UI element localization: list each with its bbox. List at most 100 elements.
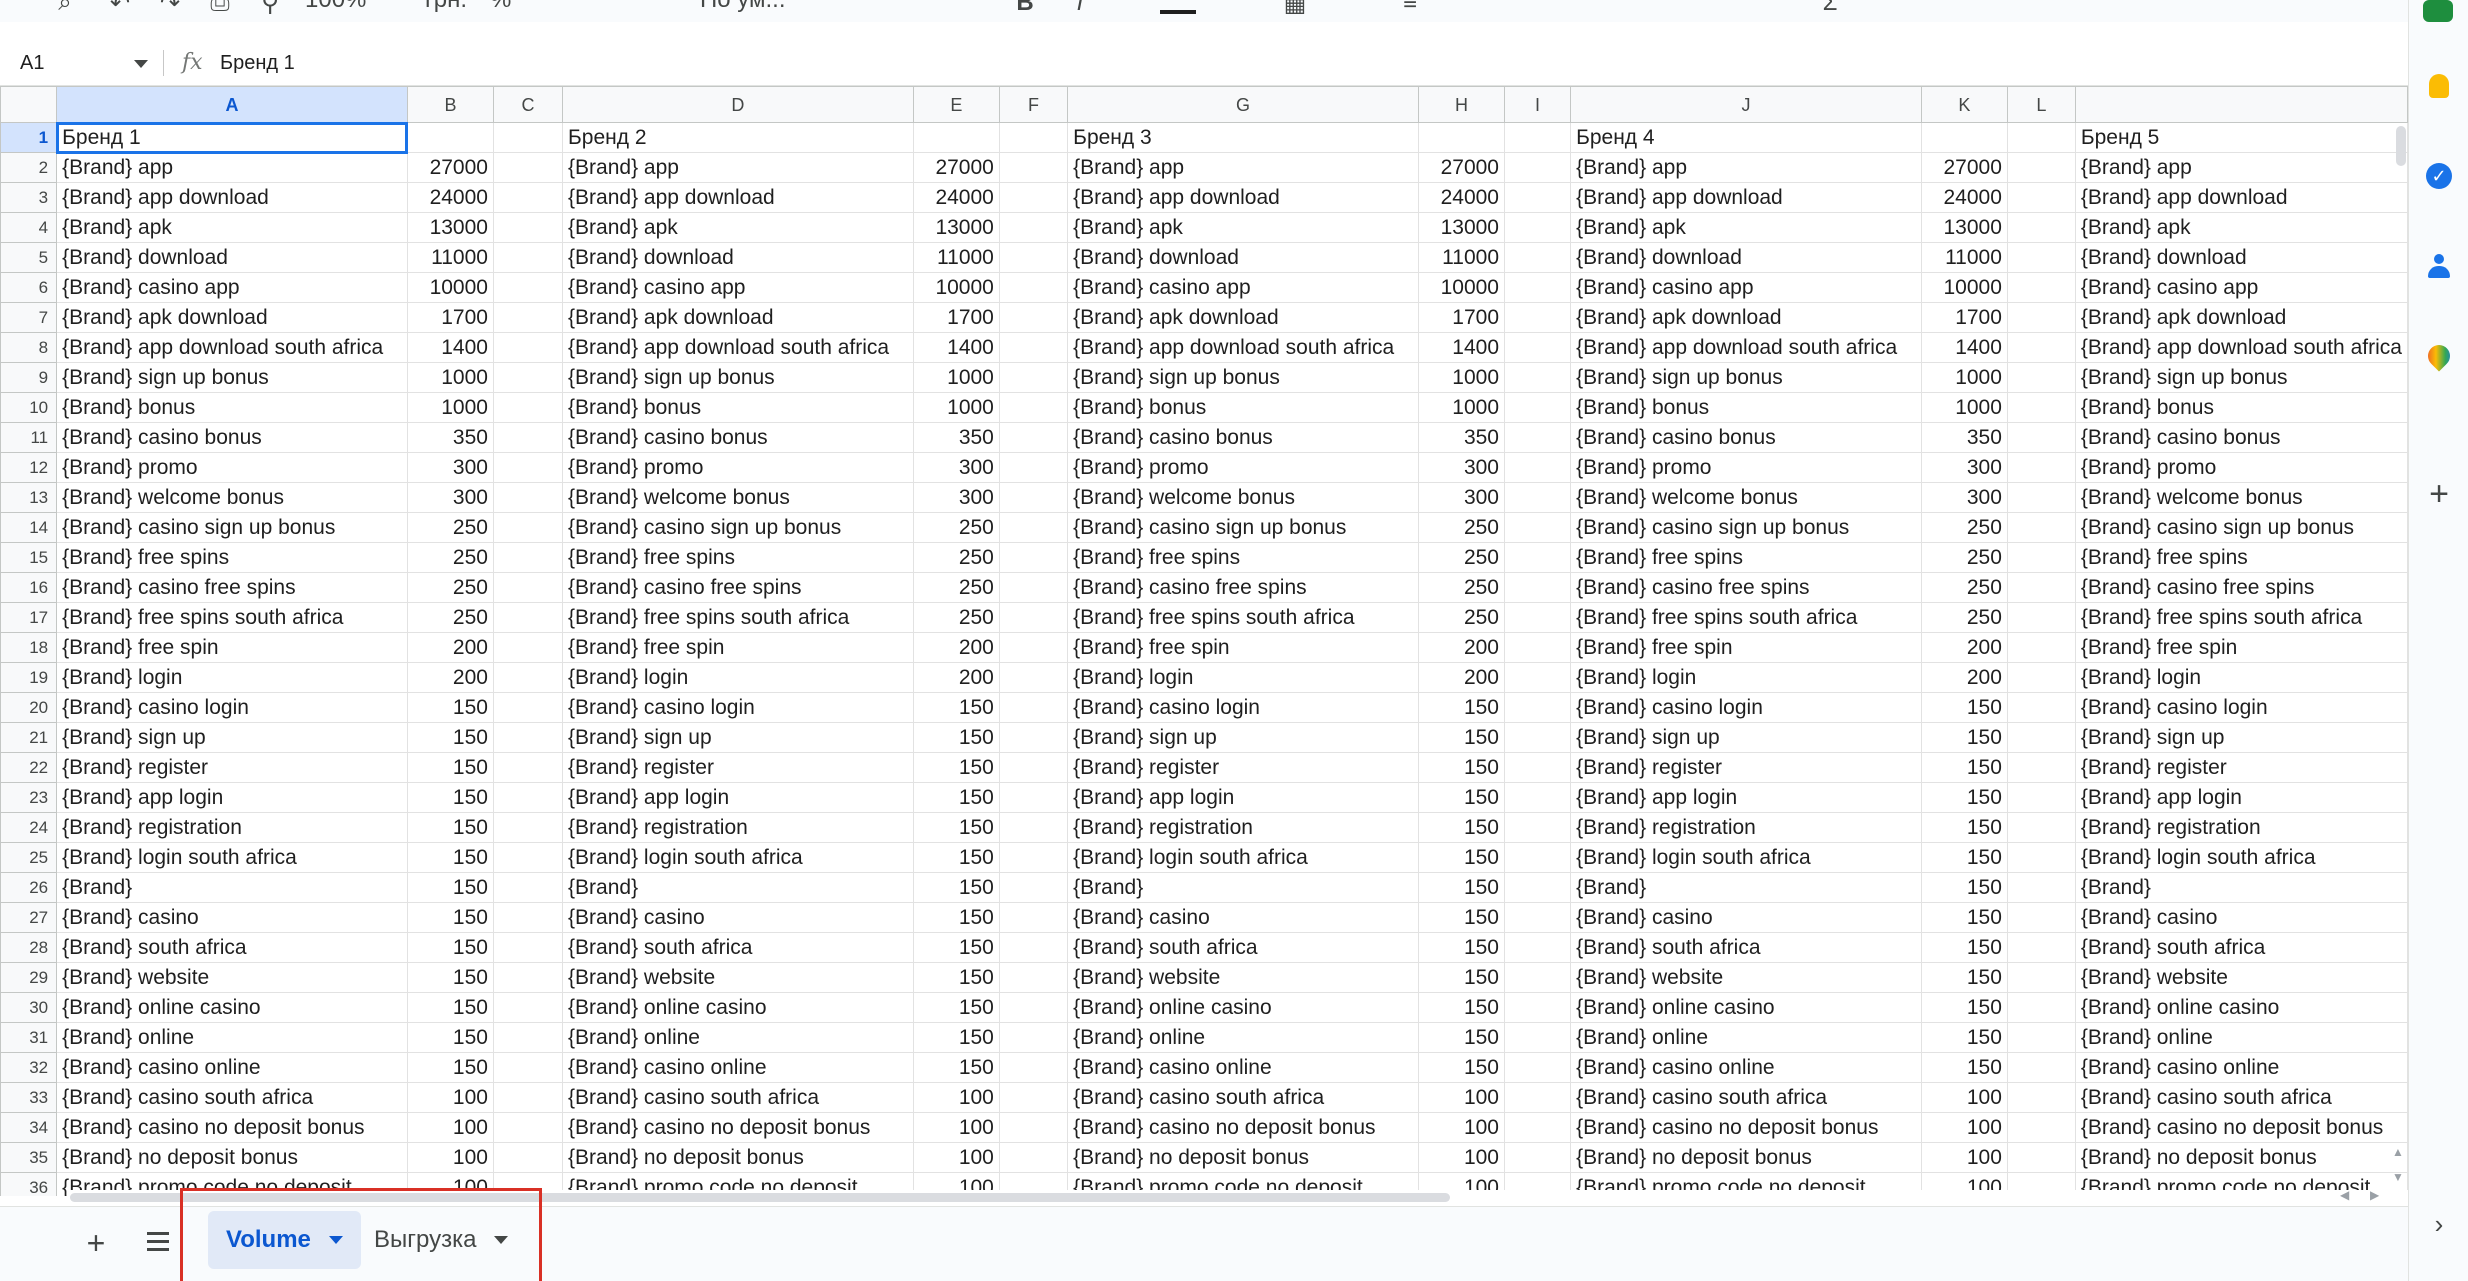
cell[interactable] <box>492 602 564 633</box>
cell[interactable]: 250 <box>1920 512 2008 543</box>
cell[interactable] <box>492 302 564 333</box>
cell[interactable] <box>2006 632 2076 663</box>
cell[interactable]: {Brand} casino sign up bonus <box>2074 512 2408 543</box>
cell[interactable]: 150 <box>1920 962 2008 993</box>
cell[interactable] <box>998 602 1069 633</box>
cell[interactable] <box>2006 152 2076 183</box>
cell[interactable]: {Brand} bonus <box>562 392 914 423</box>
cell[interactable] <box>998 842 1069 873</box>
cell[interactable]: 250 <box>406 572 494 603</box>
italic-icon[interactable]: I <box>1065 0 1095 16</box>
cell[interactable]: 150 <box>1417 962 1506 993</box>
cell[interactable]: 250 <box>406 602 494 633</box>
cell[interactable]: {Brand} apk <box>56 212 408 243</box>
cell[interactable]: {Brand} casino free spins <box>1570 572 1922 603</box>
cell[interactable]: {Brand} south africa <box>2074 932 2408 963</box>
cell[interactable] <box>2006 122 2076 153</box>
cell[interactable]: {Brand} casino login <box>562 692 914 723</box>
cell[interactable] <box>492 1082 564 1113</box>
cell[interactable]: {Brand} app login <box>1570 782 1922 813</box>
add-sheet-button[interactable]: + <box>78 1225 114 1261</box>
cell[interactable] <box>1417 122 1506 153</box>
cell[interactable]: {Brand} sign up bonus <box>562 362 914 393</box>
undo-icon[interactable]: ↶ <box>105 0 135 17</box>
cell[interactable] <box>2006 992 2076 1023</box>
cell[interactable]: {Brand} casino bonus <box>1067 422 1419 453</box>
cell[interactable]: 100 <box>1920 1112 2008 1143</box>
row-header[interactable]: 17 <box>0 602 58 633</box>
cell[interactable]: 1000 <box>406 392 494 423</box>
cell[interactable]: {Brand} <box>562 872 914 903</box>
cell[interactable] <box>998 722 1069 753</box>
cell[interactable]: 200 <box>1920 662 2008 693</box>
cell[interactable]: {Brand} casino online <box>1570 1052 1922 1083</box>
cell[interactable]: 300 <box>1920 482 2008 513</box>
cell[interactable]: {Brand} casino free spins <box>562 572 914 603</box>
cell[interactable]: {Brand} free spins south africa <box>1570 602 1922 633</box>
row-header[interactable]: 9 <box>0 362 58 393</box>
cell[interactable] <box>998 392 1069 423</box>
currency-button[interactable]: грн. <box>425 0 467 14</box>
cell[interactable] <box>492 1052 564 1083</box>
cell[interactable]: {Brand} welcome bonus <box>56 482 408 513</box>
cell[interactable]: 1700 <box>912 302 1000 333</box>
cell[interactable] <box>2006 512 2076 543</box>
cell[interactable]: {Brand} casino sign up bonus <box>562 512 914 543</box>
cell[interactable]: 150 <box>1920 1022 2008 1053</box>
cell[interactable] <box>492 512 564 543</box>
cell[interactable] <box>912 122 1000 153</box>
cell[interactable]: 100 <box>406 1082 494 1113</box>
cell[interactable] <box>998 182 1069 213</box>
cell[interactable]: {Brand} app login <box>2074 782 2408 813</box>
cell[interactable] <box>2006 182 2076 213</box>
row-header[interactable]: 33 <box>0 1082 58 1113</box>
cell[interactable] <box>492 1022 564 1053</box>
cell[interactable]: {Brand} apk download <box>56 302 408 333</box>
cell[interactable]: {Brand} casino <box>1570 902 1922 933</box>
cell[interactable] <box>492 782 564 813</box>
column-header[interactable]: E <box>912 86 1000 123</box>
cell[interactable]: {Brand} app download south africa <box>562 332 914 363</box>
cell[interactable]: 150 <box>912 1022 1000 1053</box>
row-header[interactable]: 15 <box>0 542 58 573</box>
cell[interactable] <box>492 542 564 573</box>
cell[interactable] <box>492 872 564 903</box>
cell[interactable] <box>1503 242 1572 273</box>
cell[interactable] <box>2006 842 2076 873</box>
cell[interactable]: 100 <box>406 1112 494 1143</box>
paint-format-icon[interactable]: ⚲ <box>255 0 285 17</box>
cell[interactable]: 150 <box>1417 932 1506 963</box>
cell[interactable]: {Brand} app <box>1570 152 1922 183</box>
cell[interactable]: Бренд 4 <box>1570 122 1922 153</box>
cell[interactable] <box>2006 572 2076 603</box>
cell[interactable]: 11000 <box>1417 242 1506 273</box>
cell[interactable]: 10000 <box>1920 272 2008 303</box>
cell[interactable]: {Brand} apk <box>1570 212 1922 243</box>
cell[interactable]: 150 <box>912 812 1000 843</box>
cell[interactable]: 1700 <box>1920 302 2008 333</box>
cell[interactable]: 150 <box>1417 722 1506 753</box>
cell[interactable]: {Brand} register <box>1570 752 1922 783</box>
cell[interactable] <box>1503 692 1572 723</box>
cell[interactable] <box>998 122 1069 153</box>
cell[interactable]: 1000 <box>1920 362 2008 393</box>
cell[interactable]: {Brand} online <box>1067 1022 1419 1053</box>
cell[interactable] <box>998 1142 1069 1173</box>
cell[interactable]: 200 <box>1417 632 1506 663</box>
cell[interactable]: {Brand} bonus <box>2074 392 2408 423</box>
cell[interactable]: {Brand} app <box>2074 152 2408 183</box>
cell[interactable]: {Brand} app download south africa <box>1570 332 1922 363</box>
cell[interactable] <box>1503 902 1572 933</box>
cell[interactable] <box>998 902 1069 933</box>
row-header[interactable]: 35 <box>0 1142 58 1173</box>
cell[interactable]: 250 <box>1417 542 1506 573</box>
cell[interactable]: 1400 <box>406 332 494 363</box>
cell[interactable]: 150 <box>406 902 494 933</box>
cell[interactable]: 1000 <box>1417 392 1506 423</box>
collapse-toolbar-icon[interactable]: ⌃ <box>2330 0 2360 17</box>
font-select[interactable]: По ум... <box>700 0 786 14</box>
cell[interactable] <box>2006 392 2076 423</box>
cell[interactable]: {Brand} <box>56 872 408 903</box>
cell[interactable] <box>2006 542 2076 573</box>
sheet-tab-volume[interactable]: Volume <box>208 1211 361 1269</box>
